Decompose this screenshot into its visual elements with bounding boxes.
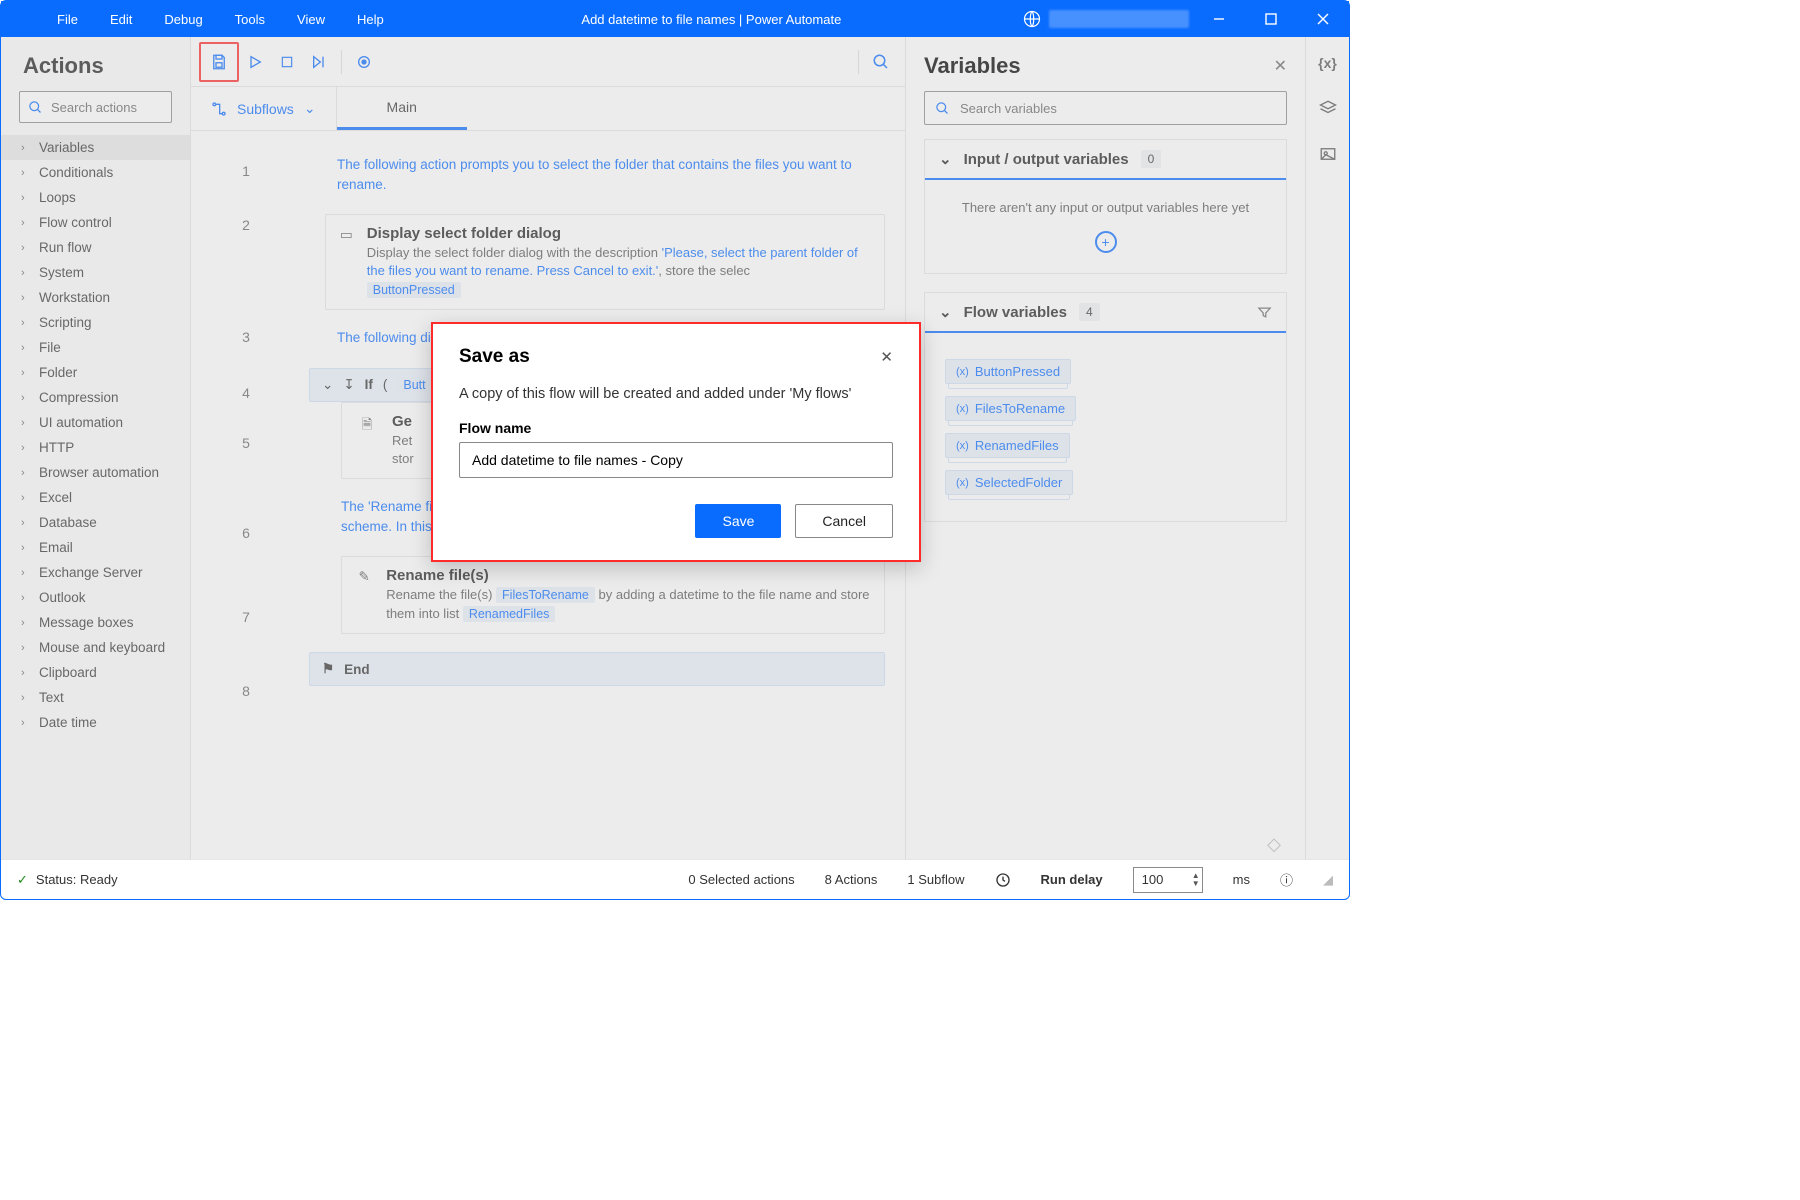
- menu-bar: File Edit Debug Tools View Help: [1, 4, 400, 35]
- status-ok-icon: ✓: [17, 872, 28, 888]
- cancel-button[interactable]: Cancel: [795, 504, 893, 538]
- window-maximize[interactable]: [1249, 1, 1293, 37]
- flow-name-label: Flow name: [459, 420, 893, 436]
- run-delay-input[interactable]: 100 ▲▼: [1133, 867, 1203, 893]
- run-delay-unit: ms: [1233, 872, 1250, 887]
- menu-file[interactable]: File: [41, 4, 94, 35]
- menu-debug[interactable]: Debug: [148, 4, 218, 35]
- window-close[interactable]: [1301, 1, 1345, 37]
- menu-view[interactable]: View: [281, 4, 341, 35]
- menu-help[interactable]: Help: [341, 4, 400, 35]
- status-actions: 8 Actions: [825, 872, 878, 887]
- menu-edit[interactable]: Edit: [94, 4, 148, 35]
- dialog-description: A copy of this flow will be created and …: [459, 386, 893, 402]
- spinner-arrows[interactable]: ▲▼: [1192, 872, 1200, 888]
- status-subflows: 1 Subflow: [907, 872, 964, 887]
- titlebar: File Edit Debug Tools View Help Add date…: [1, 1, 1349, 37]
- menu-tools[interactable]: Tools: [219, 4, 281, 35]
- run-delay-value: 100: [1142, 872, 1164, 887]
- resize-grip[interactable]: ◢: [1323, 872, 1333, 888]
- info-icon[interactable]: ⓘ: [1280, 870, 1293, 889]
- clock-icon: [995, 872, 1011, 888]
- run-delay-label: Run delay: [1041, 872, 1103, 887]
- status-bar: ✓ Status: Ready 0 Selected actions 8 Act…: [1, 859, 1349, 899]
- flow-name-input[interactable]: [459, 442, 893, 478]
- account-icon[interactable]: [1023, 10, 1041, 28]
- status-text: Status: Ready: [36, 872, 118, 887]
- dialog-close-button[interactable]: ✕: [880, 348, 893, 366]
- save-button[interactable]: Save: [695, 504, 781, 538]
- status-selected: 0 Selected actions: [688, 872, 794, 887]
- dialog-title: Save as: [459, 346, 530, 368]
- window-minimize[interactable]: [1197, 1, 1241, 37]
- account-name-blurred: [1049, 10, 1189, 28]
- save-as-dialog: Save as ✕ A copy of this flow will be cr…: [431, 322, 921, 562]
- window-title: Add datetime to file names | Power Autom…: [400, 12, 1023, 27]
